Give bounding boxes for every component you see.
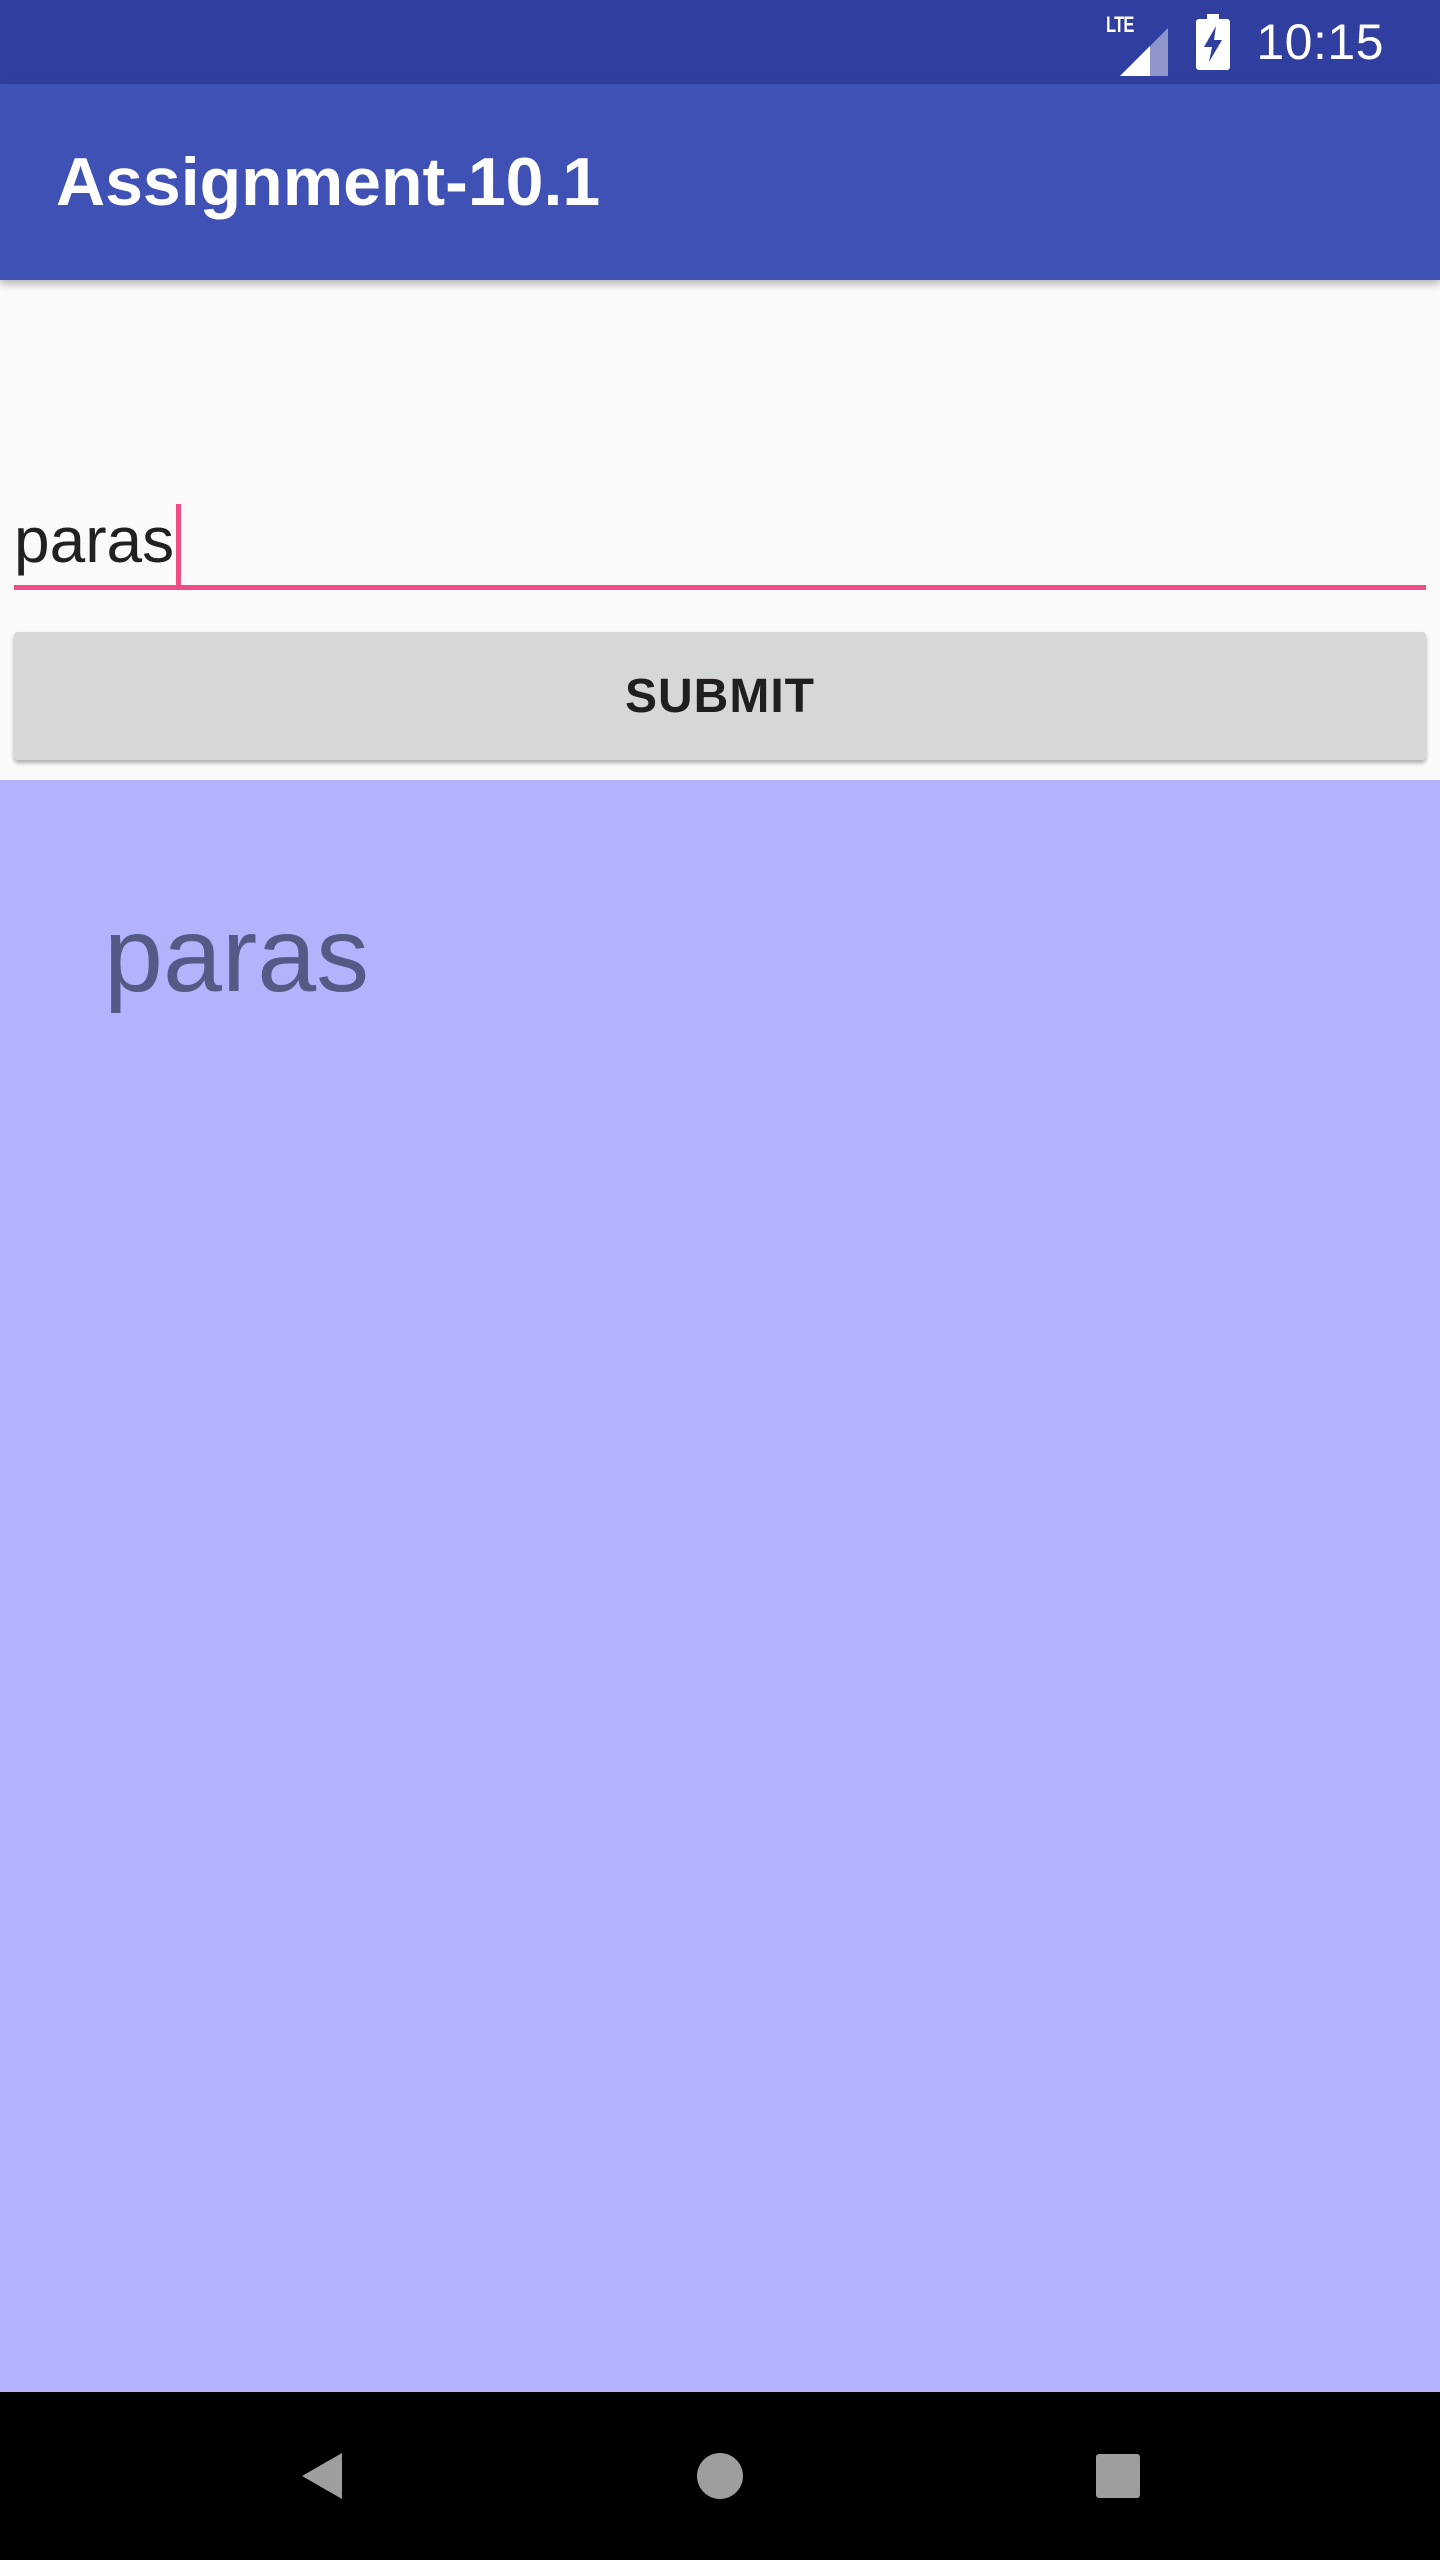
input-underline — [14, 585, 1426, 590]
navigation-bar — [0, 2392, 1440, 2560]
status-icons: LTE 10:15 — [1106, 0, 1384, 84]
name-input[interactable]: paras — [14, 490, 1426, 590]
lte-signal-icon: LTE — [1106, 10, 1170, 76]
status-bar: LTE 10:15 — [0, 0, 1440, 84]
text-cursor — [176, 504, 182, 588]
battery-charging-icon — [1196, 14, 1231, 70]
name-input-wrapper: paras — [14, 504, 182, 588]
form-area: paras SUBMIT — [0, 280, 1440, 780]
home-icon — [697, 2453, 743, 2499]
name-input-value: paras — [14, 504, 175, 576]
recents-icon — [1096, 2454, 1140, 2498]
status-time: 10:15 — [1256, 14, 1384, 70]
recents-button[interactable] — [1034, 2392, 1202, 2560]
back-icon — [302, 2453, 342, 2499]
app-title: Assignment-10.1 — [56, 144, 601, 220]
output-panel: paras — [0, 780, 1440, 2392]
signal-strength-icon — [1120, 28, 1169, 76]
submit-button[interactable]: SUBMIT — [14, 632, 1426, 760]
home-button[interactable] — [636, 2392, 804, 2560]
output-text: paras — [104, 896, 370, 1014]
app-bar: Assignment-10.1 — [0, 84, 1440, 280]
back-button[interactable] — [238, 2392, 406, 2560]
